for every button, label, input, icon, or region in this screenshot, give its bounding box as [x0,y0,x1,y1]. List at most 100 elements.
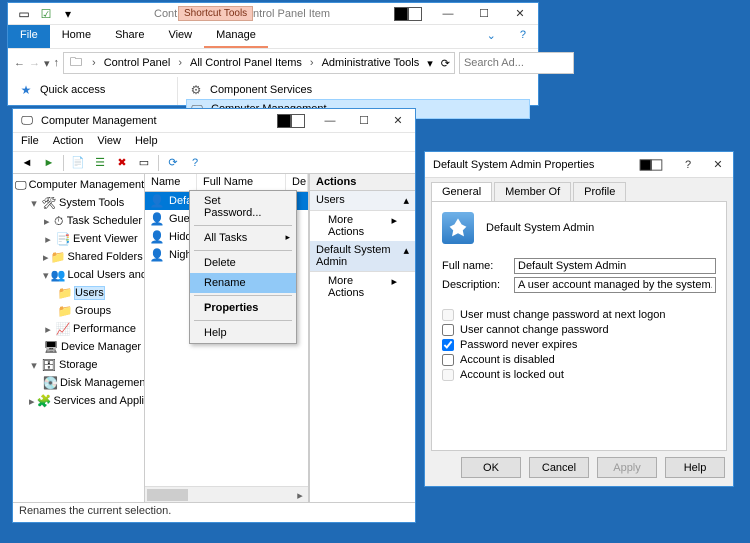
restore-windows-icon[interactable] [394,7,422,21]
mmc-titlebar[interactable]: 🖵 Computer Management — ☐ ✕ [13,109,415,133]
ribbon-tab-view[interactable]: View [156,25,204,48]
breadcrumb-dropdown-icon[interactable]: ▾ [427,57,433,70]
actions-section-admin[interactable]: Default System Admin▴ [310,241,415,272]
minimize-button[interactable]: — [313,109,347,133]
list-item[interactable]: ⚙ Component Services [186,81,530,99]
ctx-delete[interactable]: Delete [190,253,296,273]
tree-task-scheduler[interactable]: ▸⏱Task Scheduler [43,212,142,230]
tree-device-manager[interactable]: 🖥Device Manager [43,338,142,356]
nav-up-button[interactable]: ↑ [54,52,60,74]
minimize-button[interactable]: — [430,3,466,25]
users-icon: 👥 [51,267,66,283]
qat-dropdown-icon[interactable]: ▾ [60,6,76,22]
toolbar-forward-icon[interactable]: ► [39,154,59,172]
toolbar-up-icon[interactable]: 📄 [68,154,88,172]
nav-back-button[interactable]: ← [14,52,25,74]
collapse-icon[interactable]: ▴ [403,194,409,207]
apply-button[interactable]: Apply [597,457,657,478]
tree-performance[interactable]: ▸📈Performance [43,320,142,338]
cancel-button[interactable]: Cancel [529,457,589,478]
description-label: Description: [442,279,514,291]
search-input[interactable] [459,52,574,74]
list-hscroll[interactable]: ◂▸ [145,486,308,502]
toolbar-refresh-icon[interactable]: ⟳ [163,154,183,172]
toolbar-show-icon[interactable]: ☰ [90,154,110,172]
tree-storage[interactable]: ▾🗄Storage [29,356,142,374]
maximize-button[interactable]: ☐ [466,3,502,25]
breadcrumb[interactable]: 🗀 Control Panel All Control Panel Items … [63,52,455,74]
ribbon-tab-share[interactable]: Share [103,25,156,48]
file-name: Component Services [210,84,312,96]
col-description[interactable]: De [286,174,308,191]
actions-item-more-2[interactable]: More Actions▸ [310,272,415,302]
col-fullname[interactable]: Full Name [197,174,286,191]
breadcrumb-0[interactable]: Control Panel [104,57,171,69]
chk-never-expires[interactable]: Password never expires [442,339,716,351]
close-button[interactable]: ✕ [703,152,733,178]
toolbar-properties-icon[interactable]: ▭ [134,154,154,172]
menu-file[interactable]: File [21,135,39,149]
maximize-button[interactable]: ☐ [347,109,381,133]
tree-users[interactable]: 📁Users [57,284,142,302]
shortcut-tools-tab[interactable]: Shortcut Tools [178,6,253,21]
close-button[interactable]: ✕ [381,109,415,133]
qat-properties-icon[interactable]: ▭ [16,6,32,22]
ctx-help[interactable]: Help [190,323,296,343]
qat-check-icon[interactable]: ☑ [38,6,54,22]
ok-button[interactable]: OK [461,457,521,478]
tree-shared-folders[interactable]: ▸📁Shared Folders [43,248,142,266]
actions-section-users[interactable]: Users▴ [310,191,415,211]
tree-system-tools[interactable]: ▾🛠System Tools [29,194,142,212]
toolbar-delete-icon[interactable]: ✖ [112,154,132,172]
props-titlebar[interactable]: Default System Admin Properties ? ✕ [425,152,733,178]
tree-root[interactable]: 🖵Computer Management [15,176,142,194]
toolbar-back-icon[interactable]: ◄ [17,154,37,172]
ctx-rename[interactable]: Rename [190,273,296,293]
restore-windows-icon[interactable] [640,159,662,170]
collapse-icon[interactable]: ▴ [403,244,409,268]
refresh-icon[interactable]: ⟳ [441,57,450,70]
tab-general[interactable]: General [431,182,492,201]
ribbon-tab-manage[interactable]: Manage [204,25,268,48]
help-button[interactable]: ? [673,152,703,178]
tree-local-users[interactable]: ▾👥Local Users and Groups [43,266,142,284]
tree-groups[interactable]: 📁Groups [57,302,142,320]
nav-forward-button[interactable]: → [29,52,40,74]
tab-profile[interactable]: Profile [573,182,626,201]
menu-view[interactable]: View [97,135,121,149]
col-name[interactable]: Name [145,174,197,191]
fullname-input[interactable] [514,258,716,274]
actions-header: Actions [310,174,415,191]
restore-windows-icon[interactable] [277,114,305,128]
description-input[interactable] [514,277,716,293]
ctx-properties[interactable]: Properties [190,298,296,318]
explorer-titlebar[interactable]: ▭ ☑ ▾ Shortcut Tools Control Panel\All C… [8,3,538,25]
tree-event-viewer[interactable]: ▸📑Event Viewer [43,230,142,248]
chk-cannot-change-box[interactable] [442,324,454,336]
actions-item-more[interactable]: More Actions▸ [310,211,415,241]
toolbar-help-icon[interactable]: ? [185,154,205,172]
breadcrumb-2[interactable]: Administrative Tools [322,57,420,69]
tab-member-of[interactable]: Member Of [494,182,571,201]
ctx-all-tasks[interactable]: All Tasks [190,228,296,248]
help-button[interactable]: Help [665,457,725,478]
ribbon-help-icon[interactable]: ? [508,25,538,48]
ribbon-expand-icon[interactable]: ⌄ [475,25,508,48]
ctx-set-password[interactable]: Set Password... [190,191,296,223]
chk-disabled-box[interactable] [442,354,454,366]
nav-recent-button[interactable]: ▾ [44,52,50,74]
field-description: Description: [442,277,716,293]
chk-cannot-change[interactable]: User cannot change password [442,324,716,336]
breadcrumb-1[interactable]: All Control Panel Items [190,57,302,69]
menu-action[interactable]: Action [53,135,84,149]
sidebar-quick-access[interactable]: ★ Quick access [16,81,169,99]
tree-disk-management[interactable]: 💽Disk Management [43,374,142,392]
ribbon-tab-home[interactable]: Home [50,25,103,48]
close-button[interactable]: ✕ [502,3,538,25]
chk-disabled[interactable]: Account is disabled [442,354,716,366]
device-icon: 🖥 [43,339,59,355]
ribbon-tab-file[interactable]: File [8,25,50,48]
menu-help[interactable]: Help [135,135,158,149]
chk-never-expires-box[interactable] [442,339,454,351]
tree-services-apps[interactable]: ▸🧩Services and Applications [29,392,142,410]
